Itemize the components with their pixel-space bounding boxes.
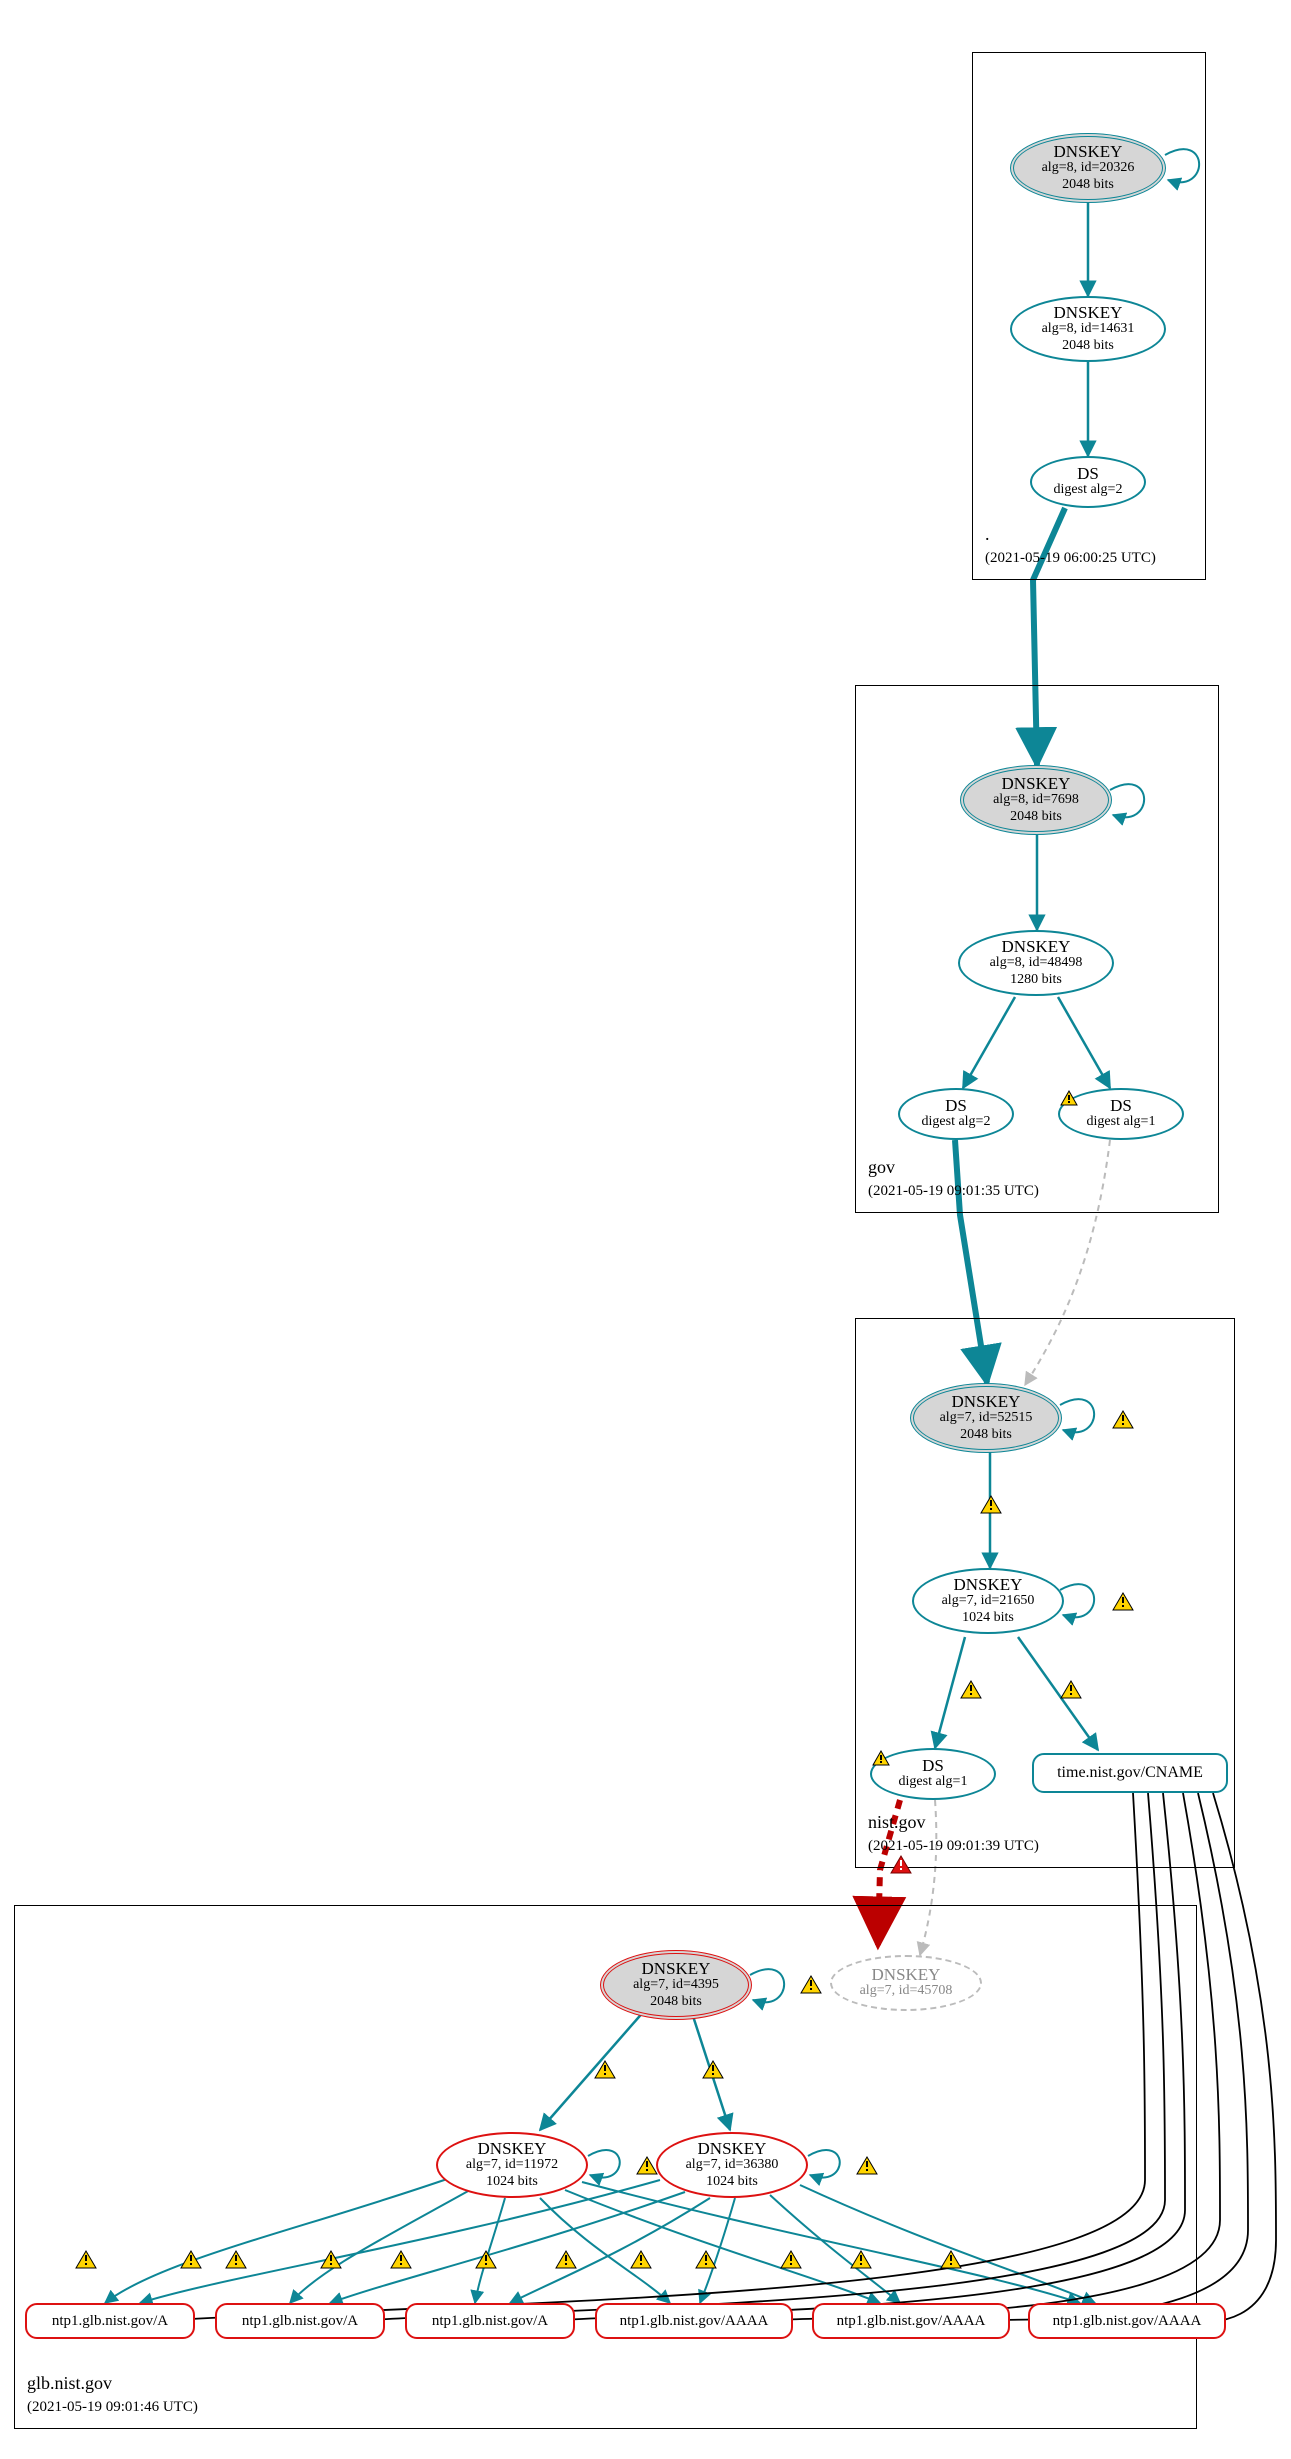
nist-cname[interactable]: time.nist.gov/CNAME <box>1032 1753 1228 1793</box>
ds-label: DS <box>922 1757 944 1774</box>
rr-aaaa-1[interactable]: ntp1.glb.nist.gov/AAAA <box>595 2303 793 2339</box>
warning-icon <box>594 2060 616 2079</box>
key-alg: alg=8, id=14631 <box>1042 321 1135 337</box>
key-alg: alg=8, id=48498 <box>990 955 1083 971</box>
glb-ksk[interactable]: DNSKEY alg=7, id=4395 2048 bits <box>600 1950 752 2020</box>
key-bits: 1024 bits <box>706 2174 758 2190</box>
ds-label: DS <box>1110 1097 1132 1114</box>
key-bits: 2048 bits <box>1062 177 1114 193</box>
warning-icon <box>320 2250 342 2269</box>
warning-icon <box>1060 1680 1082 1699</box>
key-alg: alg=7, id=21650 <box>942 1593 1035 1609</box>
glb-zsk2[interactable]: DNSKEY alg=7, id=36380 1024 bits <box>656 2132 808 2198</box>
key-bits: 2048 bits <box>960 1427 1012 1443</box>
warning-icon <box>980 1495 1002 1514</box>
nist-ds[interactable]: DS digest alg=1 <box>870 1748 996 1800</box>
rr-label: ntp1.glb.nist.gov/A <box>242 2314 358 2329</box>
key-alg: alg=8, id=20326 <box>1042 160 1135 176</box>
rr-label: ntp1.glb.nist.gov/AAAA <box>1053 2314 1202 2329</box>
rr-label: ntp1.glb.nist.gov/AAAA <box>620 2314 769 2329</box>
dnskey-label: DNSKEY <box>1054 304 1123 321</box>
nist-zsk[interactable]: DNSKEY alg=7, id=21650 1024 bits <box>912 1568 1064 1634</box>
warning-icon <box>1060 1090 1078 1106</box>
warning-icon <box>555 2250 577 2269</box>
rr-label: time.nist.gov/CNAME <box>1057 1765 1203 1781</box>
key-alg: alg=7, id=45708 <box>860 1983 953 1999</box>
warning-icon <box>1112 1410 1134 1429</box>
rr-label: ntp1.glb.nist.gov/AAAA <box>837 2314 986 2329</box>
warning-icon <box>636 2156 658 2175</box>
dnskey-label: DNSKEY <box>1002 938 1071 955</box>
key-alg: alg=7, id=4395 <box>633 1977 719 1993</box>
key-bits: 2048 bits <box>650 1994 702 2010</box>
ds-digest: digest alg=2 <box>1054 482 1123 498</box>
dnskey-label: DNSKEY <box>952 1393 1021 1410</box>
warning-icon <box>702 2060 724 2079</box>
zone-nist-ts: (2021-05-19 09:01:39 UTC) <box>868 1838 1039 1855</box>
rr-a-2[interactable]: ntp1.glb.nist.gov/A <box>215 2303 385 2339</box>
warning-icon <box>780 2250 802 2269</box>
ds-digest: digest alg=1 <box>1087 1114 1156 1130</box>
ds-label: DS <box>1077 465 1099 482</box>
zone-gov-name: gov <box>868 1157 895 1178</box>
rr-aaaa-2[interactable]: ntp1.glb.nist.gov/AAAA <box>812 2303 1010 2339</box>
key-bits: 1024 bits <box>486 2174 538 2190</box>
nist-ksk[interactable]: DNSKEY alg=7, id=52515 2048 bits <box>910 1383 1062 1453</box>
root-zsk[interactable]: DNSKEY alg=8, id=14631 2048 bits <box>1010 296 1166 362</box>
key-bits: 1280 bits <box>1010 972 1062 988</box>
dnskey-label: DNSKEY <box>1002 775 1071 792</box>
dnskey-label: DNSKEY <box>1054 143 1123 160</box>
zone-nist-name: nist.gov <box>868 1812 926 1833</box>
warning-icon <box>856 2156 878 2175</box>
dnskey-label: DNSKEY <box>642 1960 711 1977</box>
key-bits: 2048 bits <box>1062 338 1114 354</box>
key-bits: 2048 bits <box>1010 809 1062 825</box>
warning-icon <box>940 2250 962 2269</box>
key-alg: alg=7, id=11972 <box>466 2157 558 2173</box>
rr-label: ntp1.glb.nist.gov/A <box>52 2314 168 2329</box>
error-icon <box>890 1855 912 1874</box>
zone-gov-ts: (2021-05-19 09:01:35 UTC) <box>868 1183 1039 1200</box>
zone-glb-ts: (2021-05-19 09:01:46 UTC) <box>27 2399 198 2416</box>
ds-digest: digest alg=2 <box>922 1114 991 1130</box>
key-alg: alg=7, id=36380 <box>686 2157 779 2173</box>
dnskey-label: DNSKEY <box>872 1966 941 1983</box>
rr-aaaa-3[interactable]: ntp1.glb.nist.gov/AAAA <box>1028 2303 1226 2339</box>
rr-a-1[interactable]: ntp1.glb.nist.gov/A <box>25 2303 195 2339</box>
key-alg: alg=7, id=52515 <box>940 1410 1033 1426</box>
warning-icon <box>695 2250 717 2269</box>
warning-icon <box>800 1975 822 1994</box>
root-ksk[interactable]: DNSKEY alg=8, id=20326 2048 bits <box>1010 133 1166 203</box>
zone-glb-name: glb.nist.gov <box>27 2373 112 2394</box>
warning-icon <box>1112 1592 1134 1611</box>
ds-digest: digest alg=1 <box>899 1774 968 1790</box>
ds-label: DS <box>945 1097 967 1114</box>
dnskey-label: DNSKEY <box>478 2140 547 2157</box>
warning-icon <box>390 2250 412 2269</box>
key-bits: 1024 bits <box>962 1610 1014 1626</box>
dnskey-label: DNSKEY <box>698 2140 767 2157</box>
gov-ds2[interactable]: DS digest alg=1 <box>1058 1088 1184 1140</box>
glb-zsk1[interactable]: DNSKEY alg=7, id=11972 1024 bits <box>436 2132 588 2198</box>
glb-ghost-key[interactable]: DNSKEY alg=7, id=45708 <box>830 1955 982 2011</box>
warning-icon <box>180 2250 202 2269</box>
gov-ksk[interactable]: DNSKEY alg=8, id=7698 2048 bits <box>960 765 1112 835</box>
warning-icon <box>225 2250 247 2269</box>
rr-label: ntp1.glb.nist.gov/A <box>432 2314 548 2329</box>
zone-root-ts: (2021-05-19 06:00:25 UTC) <box>985 550 1156 567</box>
warning-icon <box>960 1680 982 1699</box>
zone-root-name: . <box>985 524 990 545</box>
warning-icon <box>630 2250 652 2269</box>
gov-zsk[interactable]: DNSKEY alg=8, id=48498 1280 bits <box>958 930 1114 996</box>
warning-icon <box>75 2250 97 2269</box>
dnskey-label: DNSKEY <box>954 1576 1023 1593</box>
warning-icon <box>475 2250 497 2269</box>
rr-a-3[interactable]: ntp1.glb.nist.gov/A <box>405 2303 575 2339</box>
gov-ds1[interactable]: DS digest alg=2 <box>898 1088 1014 1140</box>
root-ds[interactable]: DS digest alg=2 <box>1030 456 1146 508</box>
warning-icon <box>850 2250 872 2269</box>
warning-icon <box>872 1750 890 1766</box>
key-alg: alg=8, id=7698 <box>993 792 1079 808</box>
